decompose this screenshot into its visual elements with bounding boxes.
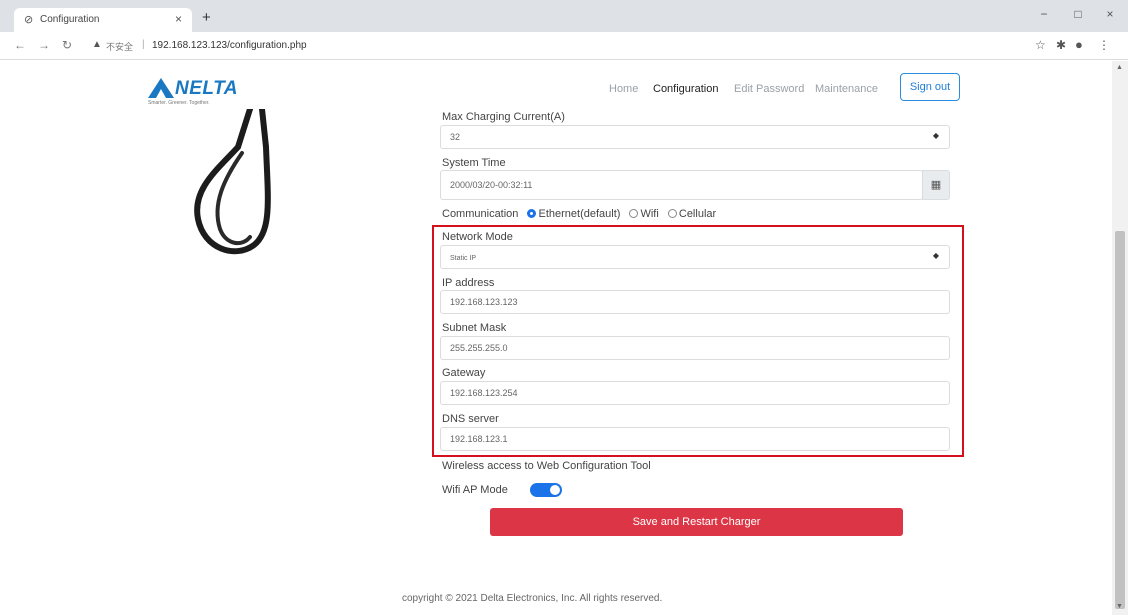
nav-home[interactable]: Home — [609, 83, 638, 95]
warning-icon: ▲ — [92, 39, 102, 50]
dns-server-input[interactable]: 192.168.123.1 — [440, 427, 950, 451]
gateway-label: Gateway — [442, 367, 486, 379]
max-charging-current-label: Max Charging Current(A) — [442, 111, 565, 123]
network-mode-label: Network Mode — [442, 231, 513, 243]
subnet-mask-input[interactable]: 255.255.255.0 — [440, 336, 950, 360]
minimize-button[interactable]: − — [1034, 7, 1054, 21]
dns-server-value: 192.168.123.1 — [450, 434, 508, 444]
max-charging-current-select[interactable]: 32 ◆ — [440, 125, 950, 149]
footer-copyright: copyright © 2021 Delta Electronics, Inc.… — [402, 593, 663, 604]
subnet-mask-value: 255.255.255.0 — [450, 343, 508, 353]
communication-label: Communication — [442, 208, 519, 220]
logo-tagline: Smarter. Greener. Together. — [148, 100, 210, 106]
ip-address-input[interactable]: 192.168.123.123 — [440, 290, 950, 314]
gateway-value: 192.168.123.254 — [450, 388, 518, 398]
radio-ethernet[interactable] — [527, 209, 537, 218]
url-separator: | — [142, 39, 145, 50]
page-viewport: NELTA Smarter. Greener. Together. Home C… — [0, 61, 1112, 615]
browser-tab[interactable]: ⊘ Configuration × — [14, 8, 192, 32]
radio-wifi[interactable] — [629, 209, 639, 218]
wireless-access-heading: Wireless access to Web Configuration Too… — [442, 460, 651, 472]
radio-cellular-label: Cellular — [678, 208, 717, 220]
delta-logo[interactable]: NELTA Smarter. Greener. Together. — [148, 76, 258, 106]
forward-icon[interactable]: → — [38, 38, 50, 52]
network-mode-select[interactable]: Static IP ◆ — [440, 245, 950, 269]
nav-edit-password[interactable]: Edit Password — [734, 83, 804, 95]
wifi-ap-mode-toggle[interactable] — [530, 483, 562, 497]
delta-triangle-icon — [148, 78, 174, 98]
reload-icon[interactable]: ↻ — [62, 38, 72, 52]
chevron-updown-icon: ◆ — [932, 131, 939, 140]
browser-tab-bar: ⊘ Configuration × + − □ × — [0, 0, 1128, 32]
logo-text: NELTA — [175, 78, 239, 99]
scroll-up-icon[interactable]: ▲ — [1116, 64, 1123, 71]
tab-close-icon[interactable]: × — [175, 12, 182, 26]
network-mode-value: Static IP — [450, 255, 477, 262]
address-bar-row: ← → ↻ ▲ 不安全 | 192.168.123.123/configurat… — [0, 32, 1128, 60]
save-and-restart-button[interactable]: Save and Restart Charger — [490, 508, 903, 536]
maximize-button[interactable]: □ — [1068, 7, 1088, 21]
ip-address-value: 192.168.123.123 — [450, 297, 518, 307]
radio-cellular[interactable] — [667, 209, 677, 218]
scrollbar-thumb[interactable] — [1115, 231, 1125, 609]
page-scrollbar[interactable]: ▲ ▼ — [1112, 61, 1128, 615]
radio-ethernet-label: Ethernet(default) — [538, 208, 621, 220]
chevron-updown-icon: ◆ — [932, 251, 939, 260]
gateway-input[interactable]: 192.168.123.254 — [440, 381, 950, 405]
sign-out-button[interactable]: Sign out — [900, 73, 960, 101]
subnet-mask-label: Subnet Mask — [442, 322, 507, 334]
wifi-ap-mode-label: Wifi AP Mode — [442, 484, 508, 496]
max-charging-current-value: 32 — [450, 132, 461, 142]
not-secure-label: 不安全 — [106, 42, 134, 52]
new-tab-button[interactable]: + — [202, 9, 211, 26]
system-time-input[interactable]: 2000/03/20-00:32:11 — [440, 170, 923, 200]
profile-icon[interactable]: ● — [1075, 37, 1083, 52]
dns-server-label: DNS server — [442, 413, 499, 425]
scroll-down-icon[interactable]: ▼ — [1116, 603, 1123, 610]
address-bar[interactable]: ▲ 不安全 | 192.168.123.123/configuration.ph… — [92, 37, 1012, 55]
toggle-knob — [550, 485, 560, 495]
ip-address-label: IP address — [442, 277, 495, 289]
star-icon[interactable]: ☆ — [1035, 38, 1046, 52]
globe-icon: ⊘ — [24, 14, 34, 26]
url-text: 192.168.123.123/configuration.php — [152, 40, 307, 51]
nav-configuration[interactable]: Configuration — [653, 83, 718, 95]
system-time-value: 2000/03/20-00:32:11 — [450, 180, 533, 190]
more-menu-icon[interactable]: ⋮ — [1098, 38, 1110, 52]
nav-maintenance[interactable]: Maintenance — [815, 83, 878, 95]
tab-title: Configuration — [40, 14, 100, 25]
radio-wifi-label: Wifi — [640, 208, 659, 220]
back-icon[interactable]: ← — [14, 38, 26, 52]
communication-radio-group: Communication Ethernet(default) Wifi Cel… — [442, 208, 716, 220]
calendar-icon[interactable]: ▦ — [922, 170, 950, 200]
window-close-button[interactable]: × — [1100, 7, 1120, 21]
charger-cable-image — [194, 109, 271, 255]
extensions-icon[interactable]: ✱ — [1056, 38, 1066, 52]
system-time-label: System Time — [442, 157, 506, 169]
